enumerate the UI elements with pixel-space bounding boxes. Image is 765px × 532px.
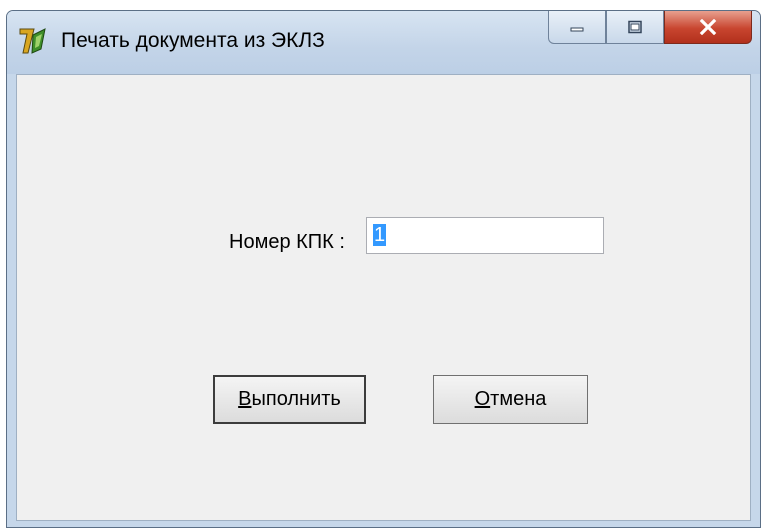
window-title: Печать документа из ЭКЛЗ — [61, 29, 325, 52]
cancel-label: тмена — [490, 388, 547, 410]
dialog-client-area: Номер КПК : 1 Выполнить Отмена — [16, 74, 751, 521]
title-bar[interactable]: Печать документа из ЭКЛЗ — [7, 11, 760, 74]
maximize-icon — [628, 20, 642, 34]
maximize-button[interactable] — [606, 11, 664, 44]
close-button[interactable] — [664, 11, 752, 44]
kpk-number-input[interactable]: 1 — [366, 217, 604, 254]
app-icon — [19, 28, 46, 54]
execute-hotkey: В — [238, 388, 252, 410]
execute-button[interactable]: Выполнить — [213, 375, 366, 424]
cancel-hotkey: О — [474, 388, 491, 410]
close-icon — [699, 19, 717, 35]
dialog-window: Печать документа из ЭКЛЗ Номер КПК : 1 В… — [6, 10, 761, 528]
kpk-number-label: Номер КПК : — [229, 231, 345, 253]
minimize-button[interactable] — [548, 11, 606, 44]
minimize-icon — [570, 27, 584, 32]
execute-label: ыполнить — [251, 388, 341, 410]
kpk-number-value: 1 — [373, 224, 387, 246]
cancel-button[interactable]: Отмена — [433, 375, 588, 424]
window-controls — [548, 11, 752, 45]
